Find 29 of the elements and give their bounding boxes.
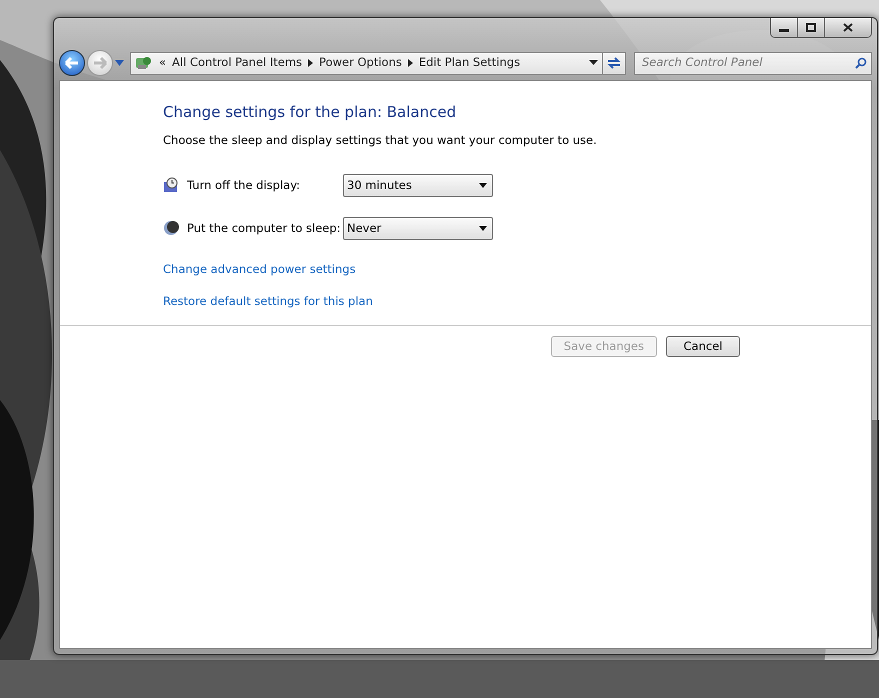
clock-icon [163, 177, 179, 194]
breadcrumb[interactable]: Edit Plan Settings [418, 54, 520, 72]
page-heading: Change settings for the plan: Balanced [163, 102, 458, 123]
search-icon [855, 54, 867, 72]
dialog-button[interactable]: Cancel [666, 336, 740, 358]
breadcrumb[interactable]: Power Options [319, 54, 402, 72]
setting-label: Put the computer to sleep: [187, 220, 342, 238]
link[interactable]: Restore default settings for this plan [163, 293, 373, 310]
maximize-icon [806, 23, 816, 32]
overflow-chevron[interactable]: « [159, 54, 166, 72]
address-bar[interactable]: « All Control Panel Items Power Options Edit Plan Settings [130, 52, 603, 74]
search-input[interactable]: Search Control Panel [642, 54, 855, 72]
link[interactable]: Change advanced power settings [163, 260, 356, 278]
minimize-button[interactable] [771, 18, 798, 37]
description-text: Choose the sleep and display settings that you want your computer to use. [163, 132, 598, 148]
dropdown[interactable]: 30 minutes [343, 174, 493, 198]
refresh-icon [606, 56, 622, 70]
search-field[interactable]: Search Control Panel [634, 52, 872, 74]
caret-icon [479, 183, 487, 188]
close-icon [843, 23, 853, 32]
control-panel-icon [135, 54, 153, 72]
breadcrumb[interactable]: All Control Panel Items [172, 54, 302, 72]
refresh-button[interactable] [602, 52, 626, 74]
maximize-button[interactable] [798, 18, 825, 37]
close-button[interactable] [825, 18, 871, 37]
moon-icon [163, 220, 179, 237]
dropdown[interactable]: Never [343, 217, 493, 240]
setting-label: Turn off the display: [187, 177, 302, 194]
caret-icon [479, 226, 487, 232]
